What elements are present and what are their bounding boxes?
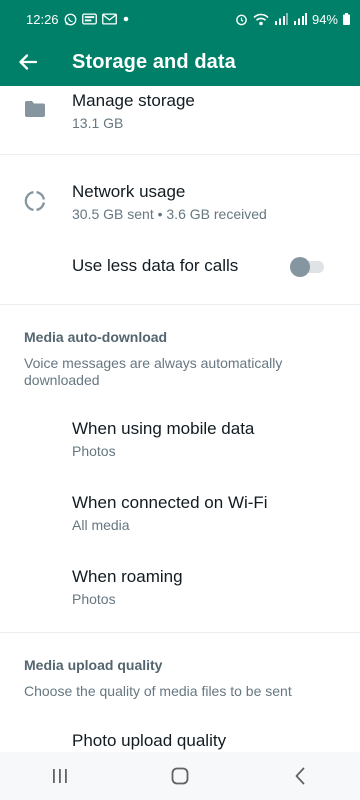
mobile-data-subtitle: Photos <box>72 443 116 459</box>
manage-storage-subtitle: 13.1 GB <box>72 115 124 131</box>
network-usage-subtitle: 30.5 GB sent • 3.6 GB received <box>72 206 267 222</box>
recents-icon <box>53 769 67 783</box>
app-bar: Storage and data <box>0 38 360 86</box>
roaming-title: When roaming <box>72 567 183 586</box>
back-icon <box>295 767 305 785</box>
when-using-mobile-data-item[interactable]: When using mobile data Photos <box>0 408 360 470</box>
home-icon <box>171 767 189 785</box>
signal-icon <box>293 13 307 25</box>
recents-button[interactable] <box>30 752 90 800</box>
arrow-left-icon <box>19 54 38 70</box>
toggle-thumb <box>290 257 310 277</box>
manage-storage-title: Manage storage <box>72 91 195 110</box>
divider <box>0 304 360 305</box>
media-auto-download-description: Voice messages are always automatically … <box>24 355 283 388</box>
whatsapp-icon <box>64 13 76 25</box>
data-usage-icon <box>24 190 46 212</box>
battery-percent: 94% <box>311 11 338 27</box>
message-icon <box>81 13 97 25</box>
dot-icon <box>123 16 128 22</box>
status-bar: 12:26 94% <box>0 0 360 38</box>
email-icon <box>101 13 117 25</box>
settings-list[interactable]: Manage storage 13.1 GB Network usage 30.… <box>0 86 360 752</box>
system-nav-bar <box>0 752 360 800</box>
use-less-data-item[interactable]: Use less data for calls <box>0 244 360 290</box>
nav-back-button[interactable] <box>270 752 330 800</box>
folder-icon <box>25 101 45 117</box>
home-button[interactable] <box>150 752 210 800</box>
roaming-subtitle: Photos <box>72 591 116 607</box>
media-auto-download-header: Media auto-download <box>24 329 168 345</box>
manage-storage-item[interactable]: Manage storage 13.1 GB <box>0 86 360 154</box>
alarm-icon <box>236 14 247 25</box>
signal-icon <box>274 13 288 25</box>
use-less-data-title: Use less data for calls <box>72 256 239 275</box>
page-title: Storage and data <box>72 50 236 73</box>
divider <box>0 632 360 633</box>
photo-upload-quality-item[interactable]: Photo upload quality <box>0 720 360 752</box>
when-roaming-item[interactable]: When roaming Photos <box>0 556 360 618</box>
wifi-subtitle: All media <box>72 517 130 533</box>
media-upload-quality-header: Media upload quality <box>24 657 163 673</box>
mobile-data-title: When using mobile data <box>72 419 255 438</box>
battery-icon <box>343 13 350 25</box>
status-time: 12:26 <box>26 11 59 27</box>
photo-upload-quality-title: Photo upload quality <box>72 731 227 750</box>
wifi-icon <box>253 13 269 25</box>
network-usage-title: Network usage <box>72 182 186 201</box>
divider <box>0 154 360 155</box>
when-connected-wifi-item[interactable]: When connected on Wi-Fi All media <box>0 482 360 544</box>
media-upload-quality-description: Choose the quality of media files to be … <box>24 683 292 699</box>
back-button[interactable] <box>0 38 56 86</box>
wifi-title: When connected on Wi-Fi <box>72 493 268 512</box>
use-less-data-toggle[interactable] <box>290 257 324 277</box>
network-usage-item[interactable]: Network usage 30.5 GB sent • 3.6 GB rece… <box>0 168 360 230</box>
